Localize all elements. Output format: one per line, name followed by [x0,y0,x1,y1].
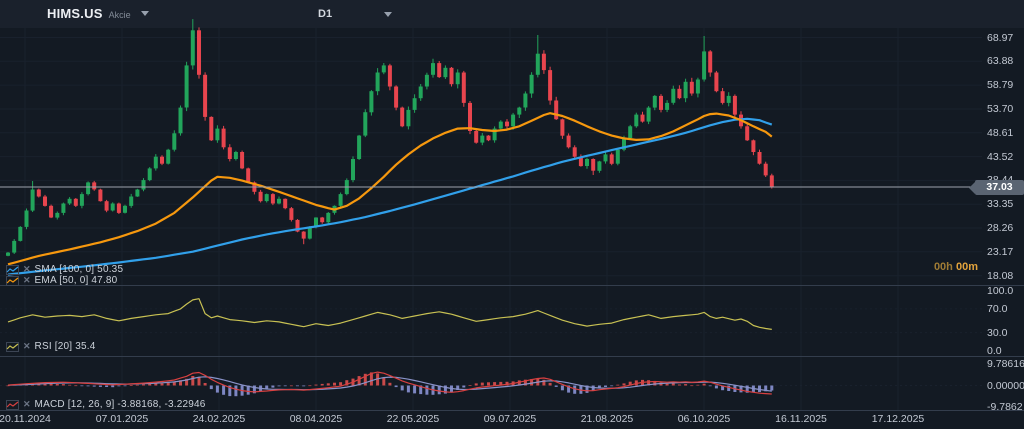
indicator-row-sma: ✕ SMA [100, 0] 50.35 [6,264,123,275]
symbol-label: HIMS.US [47,6,103,21]
timeframe-selector[interactable]: D1 [318,8,392,20]
indicator-row-rsi: ✕ RSI [20] 35.4 [6,341,96,352]
indicator-label-ema: EMA [50, 0] 47.80 [35,275,118,286]
indicator-label-macd: MACD [12, 26, 9] -3.88168, -3.22946 [35,399,206,410]
sma-line [8,119,772,275]
rsi-line [8,299,772,330]
indicator-chart-icon[interactable] [6,276,19,286]
indicator-close-icon[interactable]: ✕ [23,400,31,409]
symbol-selector[interactable]: HIMS.US Akcie [47,6,149,21]
trading-chart-window: HIMS.US Akcie D1 ✕ SMA [100, 0] 50.35 ✕ … [0,0,1024,429]
indicator-close-icon[interactable]: ✕ [23,276,31,285]
chart-canvas[interactable] [0,0,1024,429]
indicator-close-icon[interactable]: ✕ [23,265,31,274]
current-price-tag: 37.03 [975,180,1024,195]
indicator-label-rsi: RSI [20] 35.4 [35,341,96,352]
indicator-chart-icon[interactable] [6,265,19,275]
countdown-timer: 00h 00m [900,261,978,273]
ema-line [8,113,772,264]
chevron-down-icon [384,12,392,17]
indicator-chart-icon[interactable] [6,342,19,352]
instrument-type-label: Akcie [109,10,131,20]
indicator-close-icon[interactable]: ✕ [23,342,31,351]
countdown-hours: 00h [934,261,953,273]
chevron-down-icon [141,11,149,16]
indicator-label-sma: SMA [100, 0] 50.35 [35,264,124,275]
indicator-chart-icon[interactable] [6,400,19,410]
indicator-row-ema: ✕ EMA [50, 0] 47.80 [6,275,117,286]
countdown-minutes: 00m [956,261,978,273]
timeframe-label: D1 [318,8,332,20]
indicator-row-macd: ✕ MACD [12, 26, 9] -3.88168, -3.22946 [6,399,206,410]
